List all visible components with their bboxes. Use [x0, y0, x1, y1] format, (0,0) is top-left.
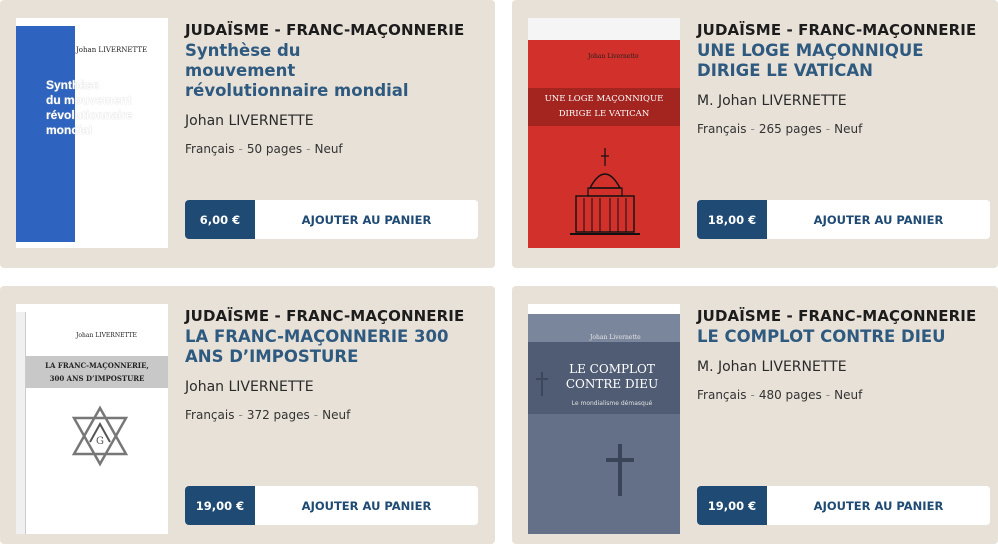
- cover-title-line: mondial: [46, 123, 93, 137]
- product-category: JUDAÏSME - FRANC-MAÇONNERIE: [697, 21, 977, 39]
- add-to-cart-button[interactable]: AJOUTER AU PANIER: [255, 486, 478, 525]
- separator: -: [238, 142, 243, 156]
- cross-icon: [606, 444, 634, 496]
- product-title[interactable]: UNE LOGE MAÇONNIQUE DIRIGE LE VATICAN: [697, 41, 987, 81]
- product-category: JUDAÏSME - FRANC-MAÇONNERIE: [185, 307, 465, 325]
- product-condition: Neuf: [834, 122, 863, 136]
- cover-title-line: UNE LOGE MAÇONNIQUE: [544, 94, 664, 104]
- product-condition: Neuf: [314, 142, 343, 156]
- separator: -: [750, 388, 755, 402]
- cover-author: Johan Livernette: [590, 334, 641, 341]
- cover-title: LA FRANC-MAÇONNERIE, 300 ANS D’IMPOSTURE: [26, 359, 168, 385]
- book-cover[interactable]: Johan LIVERNETTE LA FRANC-MAÇONNERIE, 30…: [16, 304, 168, 534]
- cover-author: Johan LIVERNETTE: [76, 332, 137, 339]
- product-info: JUDAÏSME - FRANC-MAÇONNERIE Synthèse du …: [185, 20, 479, 157]
- add-to-cart-button[interactable]: AJOUTER AU PANIER: [255, 200, 478, 239]
- separator: -: [825, 122, 831, 136]
- buy-bar: 18,00 € AJOUTER AU PANIER: [697, 200, 990, 239]
- product-pages: 265 pages: [758, 122, 822, 136]
- basilica-dome-icon: [570, 148, 640, 235]
- cover-title: Synthèse du mouvement révolutionnaire mo…: [46, 78, 166, 138]
- cover-title-line: Synthèse: [46, 78, 100, 92]
- price-tag: 6,00 €: [185, 200, 255, 239]
- product-meta: Français -480 pages - Neuf: [697, 387, 982, 403]
- separator: -: [750, 122, 755, 136]
- cover-author: Johan LIVERNETTE: [76, 46, 148, 54]
- product-meta: Français -372 pages - Neuf: [185, 407, 479, 423]
- product-pages: 480 pages: [758, 388, 822, 402]
- product-pages: 372 pages: [246, 408, 310, 422]
- product-card: Johan Livernette UNE LOGE MAÇONNIQUE DIR…: [512, 0, 998, 268]
- product-card: Johan LIVERNETTE LA FRANC-MAÇONNERIE, 30…: [0, 286, 495, 544]
- product-author: M. Johan LIVERNETTE: [697, 359, 847, 375]
- product-author: M. Johan LIVERNETTE: [697, 93, 847, 109]
- product-condition: Neuf: [322, 408, 351, 422]
- add-to-cart-button[interactable]: AJOUTER AU PANIER: [767, 200, 990, 239]
- price-tag: 18,00 €: [697, 200, 767, 239]
- product-author: Johan LIVERNETTE: [185, 379, 314, 395]
- product-language: Français: [697, 122, 747, 136]
- cover-title-line: CONTRE DIEU: [565, 377, 659, 391]
- cover-title-line: 300 ANS D’IMPOSTURE: [49, 374, 145, 383]
- product-title[interactable]: Synthèse du mouvement révolutionnaire mo…: [185, 41, 415, 101]
- book-cover[interactable]: Johan LIVERNETTE Synthèse du mouvement r…: [16, 18, 168, 248]
- book-cover[interactable]: Johan Livernette LE COMPLOT CONTRE DIEU …: [528, 304, 680, 534]
- book-cover[interactable]: Johan Livernette UNE LOGE MAÇONNIQUE DIR…: [528, 18, 680, 248]
- svg-text:G: G: [96, 436, 104, 447]
- product-condition: Neuf: [834, 388, 863, 402]
- cover-title-line: LA FRANC-MAÇONNERIE,: [45, 361, 149, 370]
- cover-title: LE COMPLOT CONTRE DIEU: [552, 362, 672, 392]
- product-title[interactable]: LA FRANC-MAÇONNERIE 300 ANS D’IMPOSTURE: [185, 327, 485, 367]
- add-to-cart-button[interactable]: AJOUTER AU PANIER: [767, 486, 990, 525]
- buy-bar: 6,00 € AJOUTER AU PANIER: [185, 200, 478, 239]
- product-language: Français: [185, 142, 235, 156]
- product-title[interactable]: LE COMPLOT CONTRE DIEU: [697, 327, 987, 347]
- cover-title-line: DIRIGE LE VATICAN: [558, 109, 650, 119]
- separator: -: [238, 408, 243, 422]
- product-meta: Français -50 pages - Neuf: [185, 141, 479, 157]
- price-tag: 19,00 €: [185, 486, 255, 525]
- product-category: JUDAÏSME - FRANC-MAÇONNERIE: [185, 21, 465, 39]
- separator: -: [313, 408, 319, 422]
- cover-title-line: du mouvement: [46, 93, 132, 107]
- cover-author: Johan Livernette: [588, 53, 639, 60]
- price-tag: 19,00 €: [697, 486, 767, 525]
- product-card: Johan LIVERNETTE Synthèse du mouvement r…: [0, 0, 495, 268]
- separator: -: [825, 388, 831, 402]
- cover-title: UNE LOGE MAÇONNIQUE DIRIGE LE VATICAN: [534, 92, 674, 122]
- small-cross-icon: [536, 372, 548, 396]
- product-language: Français: [185, 408, 235, 422]
- cover-title-line: LE COMPLOT: [569, 362, 655, 376]
- cover-title-line: révolutionnaire: [46, 108, 133, 122]
- star-compass-icon: G: [71, 405, 129, 467]
- product-info: JUDAÏSME - FRANC-MAÇONNERIE UNE LOGE MAÇ…: [697, 20, 982, 137]
- buy-bar: 19,00 € AJOUTER AU PANIER: [697, 486, 990, 525]
- product-category: JUDAÏSME - FRANC-MAÇONNERIE: [697, 307, 977, 325]
- product-info: JUDAÏSME - FRANC-MAÇONNERIE LA FRANC-MAÇ…: [185, 306, 479, 423]
- cover-spine: [16, 312, 26, 534]
- product-meta: Français -265 pages - Neuf: [697, 121, 982, 137]
- product-card: Johan Livernette LE COMPLOT CONTRE DIEU …: [512, 286, 998, 544]
- cover-subtitle: Le mondialisme démasqué: [571, 400, 653, 407]
- buy-bar: 19,00 € AJOUTER AU PANIER: [185, 486, 478, 525]
- separator: -: [306, 142, 311, 156]
- product-pages: 50 pages: [246, 142, 303, 156]
- product-language: Français: [697, 388, 747, 402]
- product-info: JUDAÏSME - FRANC-MAÇONNERIE LE COMPLOT C…: [697, 306, 982, 403]
- product-author: Johan LIVERNETTE: [185, 113, 314, 129]
